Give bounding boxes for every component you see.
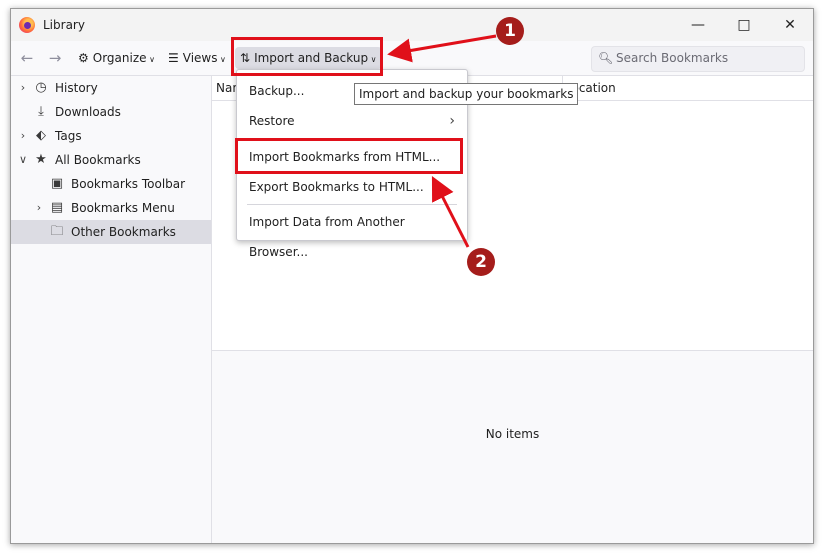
step-2-badge: 2	[467, 248, 495, 276]
annotation-arrows	[387, 34, 497, 248]
arrow-step1	[387, 34, 497, 63]
arrow-step2	[431, 175, 470, 248]
step-1-badge: 1	[496, 17, 524, 45]
